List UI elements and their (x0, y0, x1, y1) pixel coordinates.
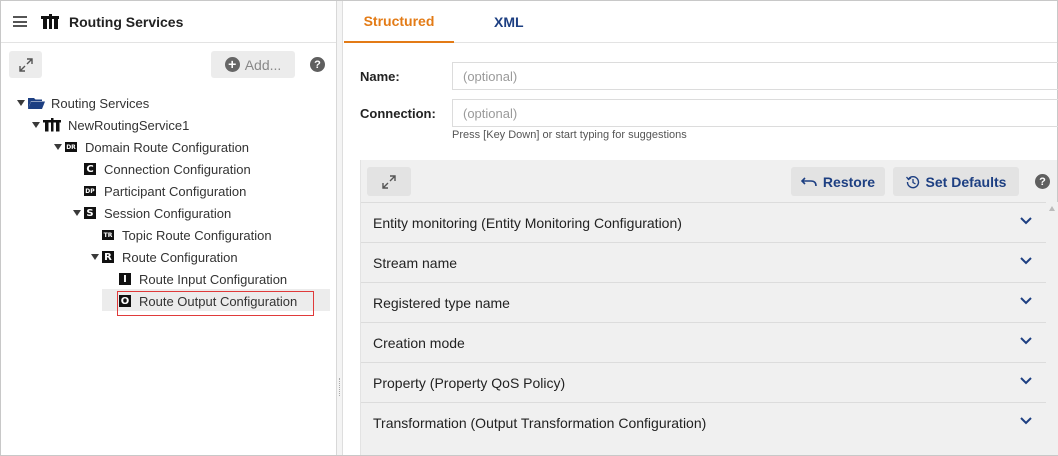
routing-service-logo-icon (41, 13, 59, 29)
section-label: Creation mode (373, 334, 465, 351)
properties-toolbar: Restore Set Defaults ? (361, 160, 1057, 202)
help-icon[interactable]: ? (1035, 174, 1050, 189)
tree-item-topic-route[interactable]: TR Topic Route Configuration (102, 225, 272, 245)
section-creation-mode[interactable]: Creation mode (361, 322, 1046, 362)
name-label: Name: (360, 69, 400, 84)
tree-item-session[interactable]: S Session Configuration (73, 203, 231, 223)
tree-item-label: Participant Configuration (104, 183, 247, 199)
r-badge-icon: R (102, 251, 114, 263)
left-panel: Routing Services + Add... ? Routing Serv… (1, 1, 337, 455)
section-transformation[interactable]: Transformation (Output Transformation Co… (361, 402, 1046, 442)
left-panel-header: Routing Services (1, 1, 336, 43)
vertical-scrollbar[interactable] (1046, 202, 1058, 455)
chevron-down-icon (1020, 217, 1032, 225)
tree-item-label: NewRoutingService1 (68, 117, 190, 133)
name-input[interactable]: (optional) (452, 62, 1058, 90)
tree-item-connection[interactable]: C Connection Configuration (84, 159, 251, 179)
tree-item-label: Route Configuration (122, 249, 238, 265)
caret-down-icon (54, 144, 62, 150)
section-label: Transformation (Output Transformation Co… (373, 414, 707, 431)
connection-hint: Press [Key Down] or start typing for sug… (452, 129, 687, 141)
tree-item-route[interactable]: R Route Configuration (91, 247, 238, 267)
tree-item-route-output[interactable]: O Route Output Configuration (119, 291, 297, 311)
tree-item-label: Topic Route Configuration (122, 227, 272, 243)
editor-tabs: Structured XML (344, 1, 1057, 43)
set-defaults-label: Set Defaults (925, 173, 1007, 190)
splitter-grip[interactable] (339, 378, 341, 396)
o-badge-icon: O (119, 295, 131, 307)
chevron-down-icon (1020, 377, 1032, 385)
caret-down-icon (32, 122, 40, 128)
dr-badge-icon: DR (65, 142, 77, 152)
restore-label: Restore (822, 173, 876, 190)
c-badge-icon: C (84, 163, 96, 175)
help-icon[interactable]: ? (310, 57, 325, 72)
tree-item-newroutingservice1[interactable]: NewRoutingService1 (32, 115, 189, 135)
tree-item-label: Connection Configuration (104, 161, 251, 177)
section-label: Stream name (373, 254, 458, 271)
section-label: Entity monitoring (Entity Monitoring Con… (373, 214, 682, 231)
undo-icon (800, 176, 817, 186)
s-badge-icon: S (84, 207, 96, 219)
section-registered-type-name[interactable]: Registered type name (361, 282, 1046, 322)
add-button-label: Add... (244, 56, 282, 73)
tab-xml[interactable]: XML (494, 1, 524, 43)
expand-tree-button[interactable] (9, 51, 42, 78)
section-label: Registered type name (373, 294, 510, 311)
tree-item-route-input[interactable]: I Route Input Configuration (119, 269, 287, 289)
folder-icon (28, 98, 45, 109)
hamburger-menu-icon[interactable] (13, 16, 27, 27)
properties-panel: Restore Set Defaults ? Entity monitoring… (360, 160, 1058, 455)
chevron-down-icon (1020, 257, 1032, 265)
left-toolbar: + Add... ? (1, 43, 336, 85)
section-stream-name[interactable]: Stream name (361, 242, 1046, 282)
tr-badge-icon: TR (102, 230, 114, 240)
connection-label: Connection: (360, 106, 436, 121)
i-badge-icon: I (119, 273, 131, 285)
tree-item-label: Session Configuration (104, 205, 232, 221)
expand-all-button[interactable] (367, 167, 411, 196)
tree-item-label: Route Output Configuration (139, 293, 298, 309)
section-property[interactable]: Property (Property QoS Policy) (361, 362, 1046, 402)
expand-icon (382, 174, 396, 189)
section-label: Property (Property QoS Policy) (373, 374, 566, 391)
caret-down-icon (73, 210, 81, 216)
section-entity-monitoring[interactable]: Entity monitoring (Entity Monitoring Con… (361, 202, 1046, 242)
restore-button[interactable]: Restore (791, 167, 885, 196)
tree-item-routing-services[interactable]: Routing Services (17, 93, 149, 113)
tree-item-participant[interactable]: DP Participant Configuration (84, 181, 246, 201)
caret-down-icon (17, 100, 25, 106)
tree-item-label: Route Input Configuration (139, 271, 288, 287)
tab-structured[interactable]: Structured (344, 1, 454, 43)
chevron-down-icon (1020, 297, 1032, 305)
tree-item-domain-route[interactable]: DR Domain Route Configuration (54, 137, 249, 157)
right-panel: Structured XML Name: (optional) Connecti… (344, 1, 1058, 455)
caret-down-icon (91, 254, 99, 260)
expand-icon (18, 57, 33, 72)
routing-service-icon (43, 118, 61, 132)
tree-item-label: Routing Services (51, 95, 150, 111)
history-icon (905, 175, 919, 188)
tree-item-label: Domain Route Configuration (85, 139, 250, 155)
chevron-down-icon (1020, 417, 1032, 425)
settings-accordion: Entity monitoring (Entity Monitoring Con… (361, 202, 1046, 442)
left-panel-title: Routing Services (69, 13, 184, 30)
connection-input[interactable]: (optional) (452, 99, 1058, 127)
scroll-up-icon (1049, 206, 1055, 211)
plus-circle-icon: + (224, 57, 240, 72)
chevron-down-icon (1020, 337, 1032, 345)
set-defaults-button[interactable]: Set Defaults (893, 167, 1019, 196)
dp-badge-icon: DP (84, 186, 96, 196)
add-button[interactable]: + Add... (211, 51, 295, 78)
